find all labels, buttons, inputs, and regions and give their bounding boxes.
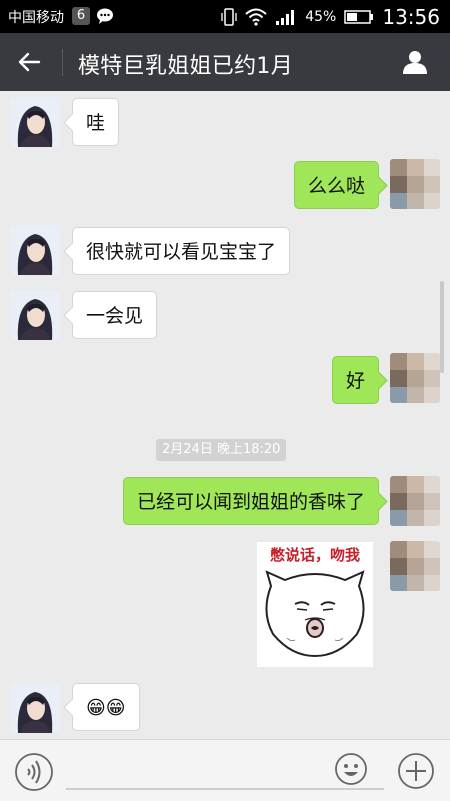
contact-avatar-image [10, 683, 60, 733]
contact-avatar-image [10, 225, 60, 275]
my-avatar-image [390, 353, 440, 403]
scrollbar[interactable] [440, 281, 444, 373]
chat-header: 模特巨乳姐姐已约1月 [0, 33, 450, 91]
contact-avatar-image [10, 97, 60, 147]
incoming-message[interactable]: 很快就可以看见宝宝了 [72, 227, 291, 275]
sticker-message[interactable]: 憋说话，吻我 [257, 542, 373, 667]
my-avatar-image [390, 159, 440, 209]
input-bar [0, 739, 450, 801]
notification-count-badge: 6 [72, 7, 90, 25]
header-divider [62, 49, 63, 76]
battery-icon [344, 10, 374, 24]
message-list[interactable]: 哇 么么哒 很快就可以看见宝宝了 一会见 好 2月24日 晚上18:20 已经可… [0, 91, 450, 739]
my-avatar[interactable] [390, 541, 440, 591]
chat-title: 模特巨乳姐姐已约1月 [78, 54, 293, 79]
contact-avatar-image [10, 290, 60, 340]
outgoing-message[interactable]: 已经可以闻到姐姐的香味了 [122, 477, 379, 525]
contact-avatar[interactable] [10, 290, 60, 340]
voice-input-icon[interactable] [14, 752, 54, 792]
person-icon[interactable] [402, 49, 428, 75]
battery-percentage: 45% [305, 9, 337, 25]
my-avatar[interactable] [390, 159, 440, 209]
cell-signal-icon [276, 10, 295, 25]
plus-icon[interactable] [397, 752, 435, 790]
my-avatar[interactable] [390, 476, 440, 526]
outgoing-message[interactable]: 么么哒 [293, 161, 379, 209]
my-avatar[interactable] [390, 353, 440, 403]
sticker-image: 憋说话，吻我 [257, 542, 373, 667]
incoming-message[interactable]: 哇 [72, 98, 120, 146]
contact-avatar[interactable] [10, 225, 60, 275]
incoming-message[interactable]: 一会见 [72, 291, 158, 339]
message-timestamp: 2月24日 晚上18:20 [156, 439, 287, 461]
vibrate-icon [221, 8, 237, 26]
chat-notification-icon [97, 8, 113, 24]
contact-avatar[interactable] [10, 97, 60, 147]
sticker-caption: 憋说话，吻我 [270, 546, 360, 564]
status-bar: 中国移动 6 45% 13:56 [0, 0, 450, 33]
emoji-icon[interactable] [334, 752, 368, 786]
back-arrow-icon[interactable] [17, 50, 41, 74]
wifi-icon [245, 8, 267, 26]
clock: 13:56 [382, 5, 440, 29]
contact-avatar[interactable] [10, 683, 60, 733]
message-input[interactable] [66, 788, 384, 790]
my-avatar-image [390, 541, 440, 591]
incoming-emoji-message[interactable]: 😁😁 [72, 683, 140, 731]
my-avatar-image [390, 476, 440, 526]
outgoing-message[interactable]: 好 [331, 356, 379, 404]
carrier-name: 中国移动 [8, 10, 64, 26]
